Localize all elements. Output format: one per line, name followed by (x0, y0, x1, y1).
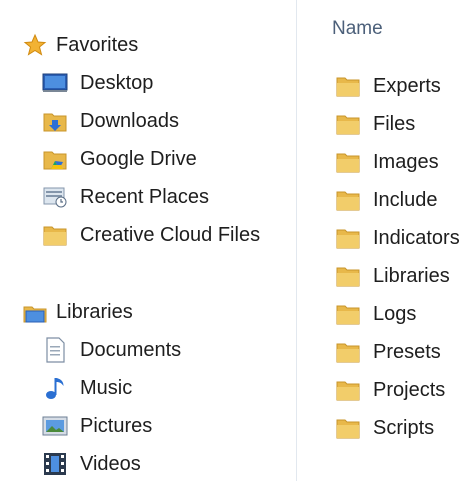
file-row[interactable]: Images (335, 146, 439, 178)
file-row[interactable]: Projects (335, 374, 445, 406)
nav-item-videos[interactable]: Videos (42, 448, 141, 480)
nav-item-label: Recent Places (80, 186, 209, 208)
nav-item-label: Documents (80, 339, 182, 361)
recent-places-icon (42, 184, 68, 210)
pictures-icon (42, 413, 68, 439)
music-icon (42, 375, 68, 401)
folder-icon (335, 301, 361, 327)
folder-icon (335, 111, 361, 137)
desktop-icon (42, 70, 68, 96)
folder-icon (335, 225, 361, 251)
folder-icon (335, 339, 361, 365)
nav-favorites-label: Favorites (56, 34, 139, 56)
nav-item-pictures[interactable]: Pictures (42, 410, 152, 442)
file-row[interactable]: Files (335, 108, 415, 140)
file-name: Scripts (373, 416, 435, 439)
file-name: Experts (373, 74, 441, 97)
libraries-icon (22, 299, 48, 325)
nav-item-creative-cloud-files[interactable]: Creative Cloud Files (42, 219, 260, 251)
nav-item-label: Desktop (80, 72, 154, 94)
folder-icon (335, 149, 361, 175)
folder-icon (335, 415, 361, 441)
google-drive-folder-icon (42, 146, 68, 172)
nav-item-music[interactable]: Music (42, 372, 132, 404)
file-name: Images (373, 150, 439, 173)
file-name: Libraries (373, 264, 450, 287)
nav-favorites[interactable]: Favorites (22, 29, 138, 61)
nav-item-label: Downloads (80, 110, 179, 132)
navigation-pane: Favorites Desktop Downloads Google Drive (0, 0, 296, 481)
documents-icon (42, 337, 68, 363)
videos-icon (42, 451, 68, 477)
file-name: Presets (373, 340, 441, 363)
column-header-name[interactable]: Name (332, 18, 383, 40)
nav-item-label: Videos (80, 453, 141, 475)
downloads-folder-icon (42, 108, 68, 134)
nav-item-label: Pictures (80, 415, 153, 437)
file-row[interactable]: Include (335, 184, 438, 216)
folder-icon (335, 263, 361, 289)
file-row[interactable]: Scripts (335, 412, 434, 444)
file-row[interactable]: Logs (335, 298, 416, 330)
nav-item-google-drive[interactable]: Google Drive (42, 143, 197, 175)
file-name: Files (373, 112, 416, 135)
nav-item-documents[interactable]: Documents (42, 334, 181, 366)
nav-item-desktop[interactable]: Desktop (42, 67, 153, 99)
folder-icon (335, 377, 361, 403)
file-name: Projects (373, 378, 446, 401)
file-list-pane: Name Experts Files Images Include Indica… (297, 0, 467, 481)
nav-item-label: Creative Cloud Files (80, 224, 261, 246)
nav-libraries[interactable]: Libraries (22, 296, 133, 328)
nav-item-label: Google Drive (80, 148, 197, 170)
file-name: Logs (373, 302, 417, 325)
explorer-window: Favorites Desktop Downloads Google Drive (0, 0, 467, 481)
nav-item-downloads[interactable]: Downloads (42, 105, 179, 137)
file-name: Include (373, 188, 438, 211)
folder-icon (335, 73, 361, 99)
file-row[interactable]: Indicators (335, 222, 460, 254)
star-icon (22, 32, 48, 58)
folder-icon (42, 222, 68, 248)
nav-item-label: Music (80, 377, 133, 399)
file-row[interactable]: Experts (335, 70, 441, 102)
folder-icon (335, 187, 361, 213)
nav-item-recent-places[interactable]: Recent Places (42, 181, 209, 213)
file-row[interactable]: Presets (335, 336, 441, 368)
file-name: Indicators (373, 226, 460, 249)
file-row[interactable]: Libraries (335, 260, 450, 292)
nav-libraries-label: Libraries (56, 301, 133, 323)
